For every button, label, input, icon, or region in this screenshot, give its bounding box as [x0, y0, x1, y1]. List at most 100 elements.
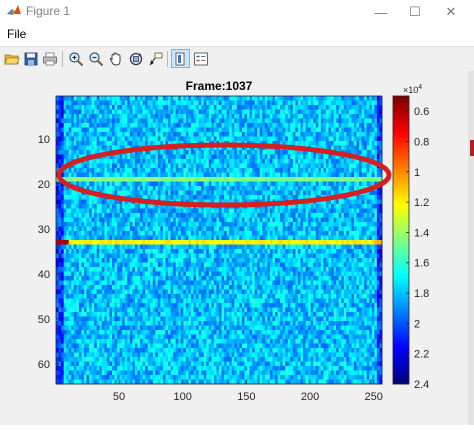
- heatmap-cell: [328, 123, 332, 128]
- heatmap-cell: [234, 150, 238, 155]
- heatmap-cell: [96, 172, 100, 178]
- heatmap-cell: [145, 114, 149, 119]
- open-icon[interactable]: [2, 49, 21, 68]
- heatmap-cell: [147, 231, 151, 236]
- heatmap-cell: [364, 105, 368, 110]
- heatmap-cell: [173, 154, 177, 160]
- heatmap-cell: [267, 208, 271, 214]
- heatmap-cell: [310, 132, 314, 137]
- heatmap-cell: [157, 105, 161, 110]
- heatmap-cell: [180, 136, 184, 142]
- menu-file[interactable]: File: [7, 27, 26, 41]
- heatmap-cell: [78, 100, 82, 106]
- heatmap-cell: [71, 204, 75, 209]
- heatmap-cell: [173, 244, 177, 250]
- heatmap-cell: [140, 100, 143, 106]
- heatmap-cell: [162, 208, 166, 214]
- heatmap-cell: [351, 123, 355, 128]
- heatmap-cell: [198, 267, 202, 272]
- plot-title: Frame:1037: [186, 79, 253, 93]
- heatmap-cell: [190, 118, 194, 124]
- heatmap-cell: [224, 244, 228, 250]
- heatmap-cell: [196, 105, 200, 110]
- heatmap-cell: [165, 118, 169, 124]
- heatmap-cell: [280, 186, 284, 191]
- heatmap-cell: [264, 105, 268, 110]
- heatmap-cell: [259, 114, 263, 119]
- heatmap-cell: [94, 258, 98, 263]
- data-cursor-icon[interactable]: [146, 49, 165, 68]
- minimize-button[interactable]: —: [363, 0, 399, 24]
- heatmap-cell: [244, 132, 248, 137]
- heatmap-cell: [297, 186, 301, 191]
- heatmap-cell: [188, 177, 192, 182]
- heatmap-cell: [66, 253, 70, 259]
- print-icon[interactable]: [40, 49, 59, 68]
- heatmap-cell: [150, 249, 154, 254]
- heatmap-cell: [241, 186, 245, 191]
- heatmap-cell: [73, 123, 77, 128]
- heatmap-cell: [364, 181, 368, 187]
- heatmap-cell: [287, 114, 291, 119]
- pan-icon[interactable]: [106, 49, 125, 68]
- rotate-icon[interactable]: [126, 49, 145, 68]
- heatmap-cell: [356, 217, 360, 223]
- heatmap-cell: [211, 226, 215, 232]
- heatmap-cell: [303, 105, 306, 110]
- heatmap-cell: [145, 123, 149, 128]
- maximize-button[interactable]: ☐: [397, 0, 433, 24]
- heatmap-cell: [305, 181, 309, 187]
- heatmap-cell: [101, 262, 105, 268]
- heatmap-cell: [361, 244, 365, 250]
- colorbar-icon[interactable]: [171, 49, 190, 68]
- heatmap-cell: [117, 136, 121, 142]
- zoom-in-icon[interactable]: [66, 49, 85, 68]
- legend-icon[interactable]: [191, 49, 210, 68]
- heatmap-cell: [239, 186, 243, 191]
- heatmap-cell: [333, 145, 337, 151]
- zoom-out-icon[interactable]: [86, 49, 105, 68]
- heatmap-cell: [132, 136, 136, 142]
- heatmap-cell: [262, 190, 266, 196]
- heatmap-cell: [338, 226, 342, 232]
- heatmap-cell: [353, 163, 357, 169]
- close-button[interactable]: ✕: [433, 0, 469, 24]
- heatmap-cell: [206, 186, 210, 191]
- heatmap-cell: [231, 258, 235, 263]
- heatmap-cell: [292, 132, 296, 137]
- heatmap-cell: [211, 168, 215, 173]
- heatmap-cell: [234, 123, 238, 128]
- heatmap-cell: [162, 249, 166, 254]
- heatmap-cell: [247, 132, 250, 137]
- save-icon[interactable]: [21, 49, 40, 68]
- heatmap-cell: [346, 199, 350, 205]
- heatmap-cell: [137, 163, 141, 169]
- heatmap-cell: [371, 226, 375, 232]
- heatmap-cell: [96, 105, 100, 110]
- heatmap-cell: [109, 132, 113, 137]
- heatmap-cell: [323, 118, 327, 124]
- figure-canvas[interactable]: Frame:1037 10 20 30 40 50 60 50 100 150 200 250 2…: [0, 71, 470, 425]
- heatmap-cell: [68, 141, 72, 146]
- heatmap-cell: [198, 168, 202, 173]
- heatmap-cell: [303, 114, 306, 119]
- heatmap-cell: [366, 168, 370, 173]
- heatmap-cell: [142, 258, 146, 263]
- heatmap-cell: [374, 118, 378, 124]
- heatmap-cell: [226, 235, 230, 241]
- heatmap-cell: [117, 231, 121, 236]
- heatmap-plot[interactable]: Frame:1037 102030405060 50 100 150 200 250 2…: [0, 71, 470, 425]
- heatmap-cell: [229, 217, 233, 223]
- heatmap-cell: [175, 217, 179, 223]
- heatmap-cell: [193, 181, 197, 187]
- heatmap-cell: [341, 177, 345, 182]
- heatmap-cell: [76, 163, 80, 169]
- heatmap-cell: [259, 195, 263, 200]
- heatmap-cell: [303, 132, 306, 137]
- heatmap-cell: [134, 123, 138, 128]
- heatmap-cell: [101, 168, 105, 173]
- heatmap-cell: [188, 150, 192, 155]
- heatmap-cell: [341, 226, 345, 232]
- heatmap-cell: [122, 105, 126, 110]
- heatmap-cell: [124, 105, 128, 110]
